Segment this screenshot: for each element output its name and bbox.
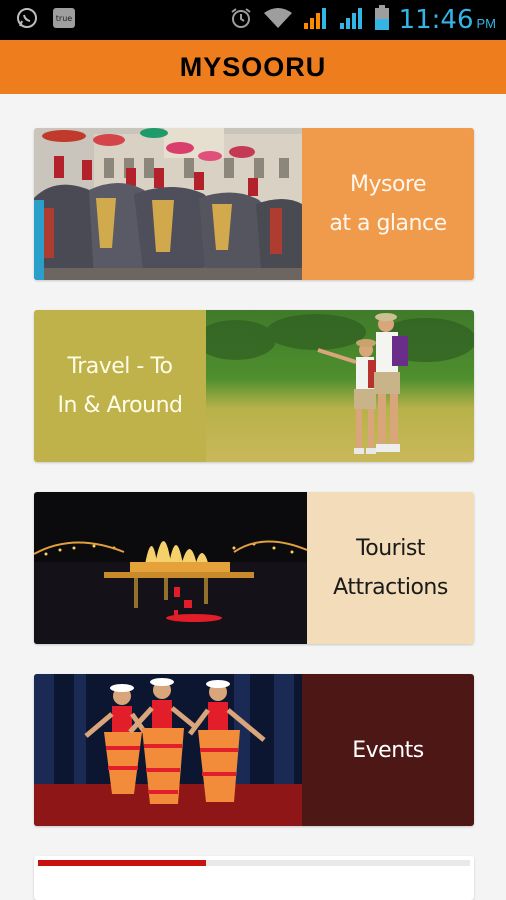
tourist-attractions-card[interactable]: Tourist Attractions [34,492,474,644]
classical-dancers-stage-photo [34,674,302,826]
card-label-panel: Mysore at a glance [302,128,474,280]
events-label: Events [352,737,424,763]
true-app-icon: true [52,7,76,34]
tourist-attractions-label: Tourist Attractions [333,536,448,600]
card-label-panel: Tourist Attractions [307,492,474,644]
mysore-at-a-glance-card[interactable]: Mysore at a glance [34,128,474,280]
events-card[interactable]: Events [34,674,474,826]
loading-progress-bar [38,860,470,866]
battery-icon [374,4,389,36]
hikers-grassland-photo [206,310,474,462]
app-header: MYSOORU [0,40,506,94]
card-label-panel: Travel - To In & Around [34,310,206,462]
status-time: 11:46 [398,5,474,35]
app-title: MYSOORU [179,51,327,82]
status-bar: true 11:46 PM [0,0,506,40]
alarm-icon [229,6,253,35]
palace-elephant-procession-photo [34,128,302,280]
illuminated-fountain-night-photo [34,492,307,644]
signal-icon [303,6,329,35]
card-label-panel: Events [302,674,474,826]
signal-icon [339,6,365,35]
true-badge-label: true [56,14,72,23]
loading-card [34,856,474,900]
whatsapp-icon [16,7,38,34]
travel-label: Travel - To In & Around [57,354,184,418]
wifi-icon [263,6,293,35]
mysore-at-a-glance-label: Mysore at a glance [329,172,447,236]
status-time-suffix: PM [476,16,497,31]
loading-progress-fill [38,860,207,866]
travel-card[interactable]: Travel - To In & Around [34,310,474,462]
